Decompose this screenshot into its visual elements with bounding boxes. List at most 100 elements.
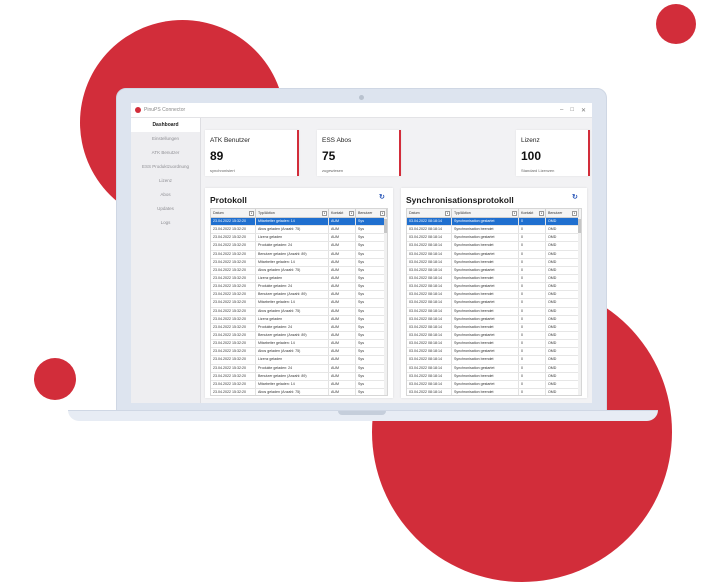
- table-row[interactable]: 23.04.2022 15:32:20 Mitarbeiter geladen: …: [211, 218, 387, 227]
- table-row[interactable]: 23.04.2022 15:32:20 Abos geladen (Anzahl:…: [211, 348, 387, 357]
- table-cell: Mitarbeiter geladen: 14: [256, 218, 329, 226]
- refresh-icon[interactable]: ↻: [572, 194, 579, 201]
- filter-dropdown-icon[interactable]: ▾: [249, 211, 254, 216]
- table-row[interactable]: 03.04.2022 08:18:14 Synchronisation gesta…: [407, 283, 581, 292]
- table-cell: Lizenz geladen: [256, 356, 329, 364]
- table-row[interactable]: 23.04.2022 15:32:20 Mitarbeiter geladen: …: [211, 299, 387, 308]
- table-row[interactable]: 23.04.2022 15:32:20 Lizenz geladen AUM Sys: [211, 356, 387, 365]
- table-row[interactable]: 23.04.2022 15:32:20 Lizenz geladen AUM Sys: [211, 274, 387, 284]
- table-cell: AUM: [329, 331, 356, 340]
- table-cell: AUM: [329, 307, 356, 315]
- sidebar-item-einstellungen[interactable]: Einstellungen: [131, 132, 200, 146]
- table-cell: Sys: [356, 372, 387, 380]
- column-header[interactable]: Datum ▾: [407, 209, 452, 217]
- table-row[interactable]: 23.04.2022 15:32:20 Benutzer geladen (Anz…: [211, 331, 387, 341]
- table-row[interactable]: 03.04.2022 08:18:14 Synchronisation gesta…: [407, 348, 581, 357]
- column-header[interactable]: Kontakt ▾: [329, 209, 356, 217]
- table-row[interactable]: 23.04.2022 15:32:20 Benutzer geladen (Anz…: [211, 372, 387, 381]
- refresh-icon[interactable]: ↻: [379, 194, 386, 201]
- table-row[interactable]: 23.04.2022 15:32:20 Abos geladen (Anzahl:…: [211, 307, 387, 316]
- column-header[interactable]: Typ/Aktion ▾: [256, 209, 329, 217]
- table-cell: 03.04.2022 08:18:14: [407, 380, 452, 388]
- table-row[interactable]: 03.04.2022 08:18:14 Synchronisation beend…: [407, 274, 581, 284]
- table-row[interactable]: 03.04.2022 08:18:14 Synchronisation beend…: [407, 291, 581, 300]
- table-cell: 23.04.2022 15:32:20: [211, 242, 256, 250]
- table-row[interactable]: 03.04.2022 08:18:14 Synchronisation gesta…: [407, 266, 581, 275]
- column-header[interactable]: Benutzer ▾: [356, 209, 387, 217]
- table-row[interactable]: 23.04.2022 15:32:20 Abos geladen (Anzahl:…: [211, 388, 387, 395]
- table-cell: AUM: [329, 323, 356, 331]
- sidebar-item-updates[interactable]: Updates: [131, 202, 200, 216]
- table-row[interactable]: 03.04.2022 08:18:14 Synchronisation beend…: [407, 242, 581, 251]
- table-row[interactable]: 23.04.2022 15:32:20 Mitarbeiter geladen: …: [211, 380, 387, 389]
- sidebar-item-logs[interactable]: Logs: [131, 216, 200, 230]
- column-label: Datum: [409, 211, 420, 215]
- table-row[interactable]: 03.04.2022 08:18:14 Synchronisation gesta…: [407, 218, 581, 227]
- scrollbar[interactable]: [578, 217, 581, 395]
- close-button[interactable]: ✕: [581, 107, 586, 114]
- filter-dropdown-icon[interactable]: ▾: [539, 211, 544, 216]
- scrollbar-thumb[interactable]: [384, 219, 387, 233]
- table-cell: 0: [519, 242, 546, 250]
- table-row[interactable]: 03.04.2022 08:18:14 Synchronisation beend…: [407, 388, 581, 395]
- column-header[interactable]: Benutzer ▾: [546, 209, 579, 217]
- filter-dropdown-icon[interactable]: ▾: [512, 211, 517, 216]
- table-row[interactable]: 23.04.2022 15:32:20 Produkte geladen: 24 A…: [211, 242, 387, 251]
- table-row[interactable]: 03.04.2022 08:18:14 Synchronisation beend…: [407, 372, 581, 381]
- table-row[interactable]: 03.04.2022 08:18:14 Synchronisation beend…: [407, 307, 581, 316]
- camera-icon: [359, 95, 364, 100]
- table-cell: OMD: [546, 331, 579, 340]
- panel-title: Synchronisationsprotokoll: [406, 195, 514, 205]
- table-row[interactable]: 03.04.2022 08:18:14 Synchronisation beend…: [407, 356, 581, 365]
- sidebar-item-atk-benutzer[interactable]: ATK Benutzer: [131, 146, 200, 160]
- table-row[interactable]: 03.04.2022 08:18:14 Synchronisation gesta…: [407, 315, 581, 324]
- maximize-button[interactable]: □: [570, 107, 574, 114]
- scrollbar-thumb[interactable]: [578, 219, 581, 233]
- table-row[interactable]: 03.04.2022 08:18:14 Synchronisation beend…: [407, 226, 581, 235]
- table-row[interactable]: 23.04.2022 15:32:20 Benutzer geladen (Anz…: [211, 250, 387, 259]
- table-row[interactable]: 23.04.2022 15:32:20 Abos geladen (Anzahl:…: [211, 266, 387, 275]
- table-cell: 03.04.2022 08:18:14: [407, 283, 452, 291]
- table-row[interactable]: 03.04.2022 08:18:14 Synchronisation gesta…: [407, 250, 581, 259]
- scrollbar[interactable]: [384, 217, 387, 395]
- table-row[interactable]: 23.04.2022 15:32:20 Produkte geladen: 24 A…: [211, 323, 387, 332]
- table-row[interactable]: 23.04.2022 15:32:20 Benutzer geladen (Anz…: [211, 291, 387, 300]
- filter-dropdown-icon[interactable]: ▾: [322, 211, 327, 216]
- column-label: Typ/Aktion: [454, 211, 471, 215]
- table-cell: 03.04.2022 08:18:14: [407, 218, 452, 226]
- table-row[interactable]: 03.04.2022 08:18:14 Synchronisation beend…: [407, 340, 581, 349]
- table-row[interactable]: 23.04.2022 15:32:20 Lizenz geladen AUM Sys: [211, 315, 387, 324]
- table-cell: 23.04.2022 15:32:20: [211, 226, 256, 234]
- table-cell: AUM: [329, 218, 356, 226]
- table-row[interactable]: 23.04.2022 15:32:20 Lizenz geladen AUM Sys: [211, 234, 387, 243]
- table-row[interactable]: 03.04.2022 08:18:14 Synchronisation gesta…: [407, 234, 581, 243]
- filter-dropdown-icon[interactable]: ▾: [572, 211, 577, 216]
- table-row[interactable]: 23.04.2022 15:32:20 Abos geladen (Anzahl:…: [211, 226, 387, 235]
- filter-dropdown-icon[interactable]: ▾: [445, 211, 450, 216]
- table-row[interactable]: 03.04.2022 08:18:14 Synchronisation beend…: [407, 323, 581, 332]
- table-row[interactable]: 23.04.2022 15:32:20 Produkte geladen: 24 A…: [211, 283, 387, 292]
- table-row[interactable]: 03.04.2022 08:18:14 Synchronisation beend…: [407, 258, 581, 267]
- column-header[interactable]: Kontakt ▾: [519, 209, 546, 217]
- sidebar-item-ess-produktzuordnung[interactable]: ESS Produktzuordnung: [131, 160, 200, 174]
- table-row[interactable]: 03.04.2022 08:18:14 Synchronisation gesta…: [407, 364, 581, 373]
- filter-dropdown-icon[interactable]: ▾: [349, 211, 354, 216]
- sidebar-item-abos[interactable]: Abos: [131, 188, 200, 202]
- table-row[interactable]: 03.04.2022 08:18:14 Synchronisation gesta…: [407, 331, 581, 341]
- table-row[interactable]: 03.04.2022 08:18:14 Synchronisation gesta…: [407, 380, 581, 389]
- column-label: Benutzer: [358, 211, 373, 215]
- column-header[interactable]: Datum ▾: [211, 209, 256, 217]
- sidebar-item-dashboard[interactable]: Dashboard: [131, 118, 200, 132]
- table-row[interactable]: 23.04.2022 15:32:20 Mitarbeiter geladen: …: [211, 258, 387, 267]
- filter-dropdown-icon[interactable]: ▾: [380, 211, 385, 216]
- table-row[interactable]: 03.04.2022 08:18:14 Synchronisation gesta…: [407, 299, 581, 308]
- column-header[interactable]: Typ/Aktion ▾: [452, 209, 519, 217]
- table-row[interactable]: 23.04.2022 15:32:20 Mitarbeiter geladen: …: [211, 340, 387, 349]
- table-cell: Mitarbeiter geladen: 14: [256, 299, 329, 307]
- table-row[interactable]: 23.04.2022 15:32:20 Produkte geladen: 24 A…: [211, 364, 387, 373]
- minimize-button[interactable]: –: [560, 107, 563, 114]
- column-label: Typ/Aktion: [258, 211, 275, 215]
- table-cell: 03.04.2022 08:18:14: [407, 348, 452, 356]
- sidebar-item-lizenz[interactable]: Lizenz: [131, 174, 200, 188]
- table-cell: Synchronisation gestartet: [452, 315, 519, 323]
